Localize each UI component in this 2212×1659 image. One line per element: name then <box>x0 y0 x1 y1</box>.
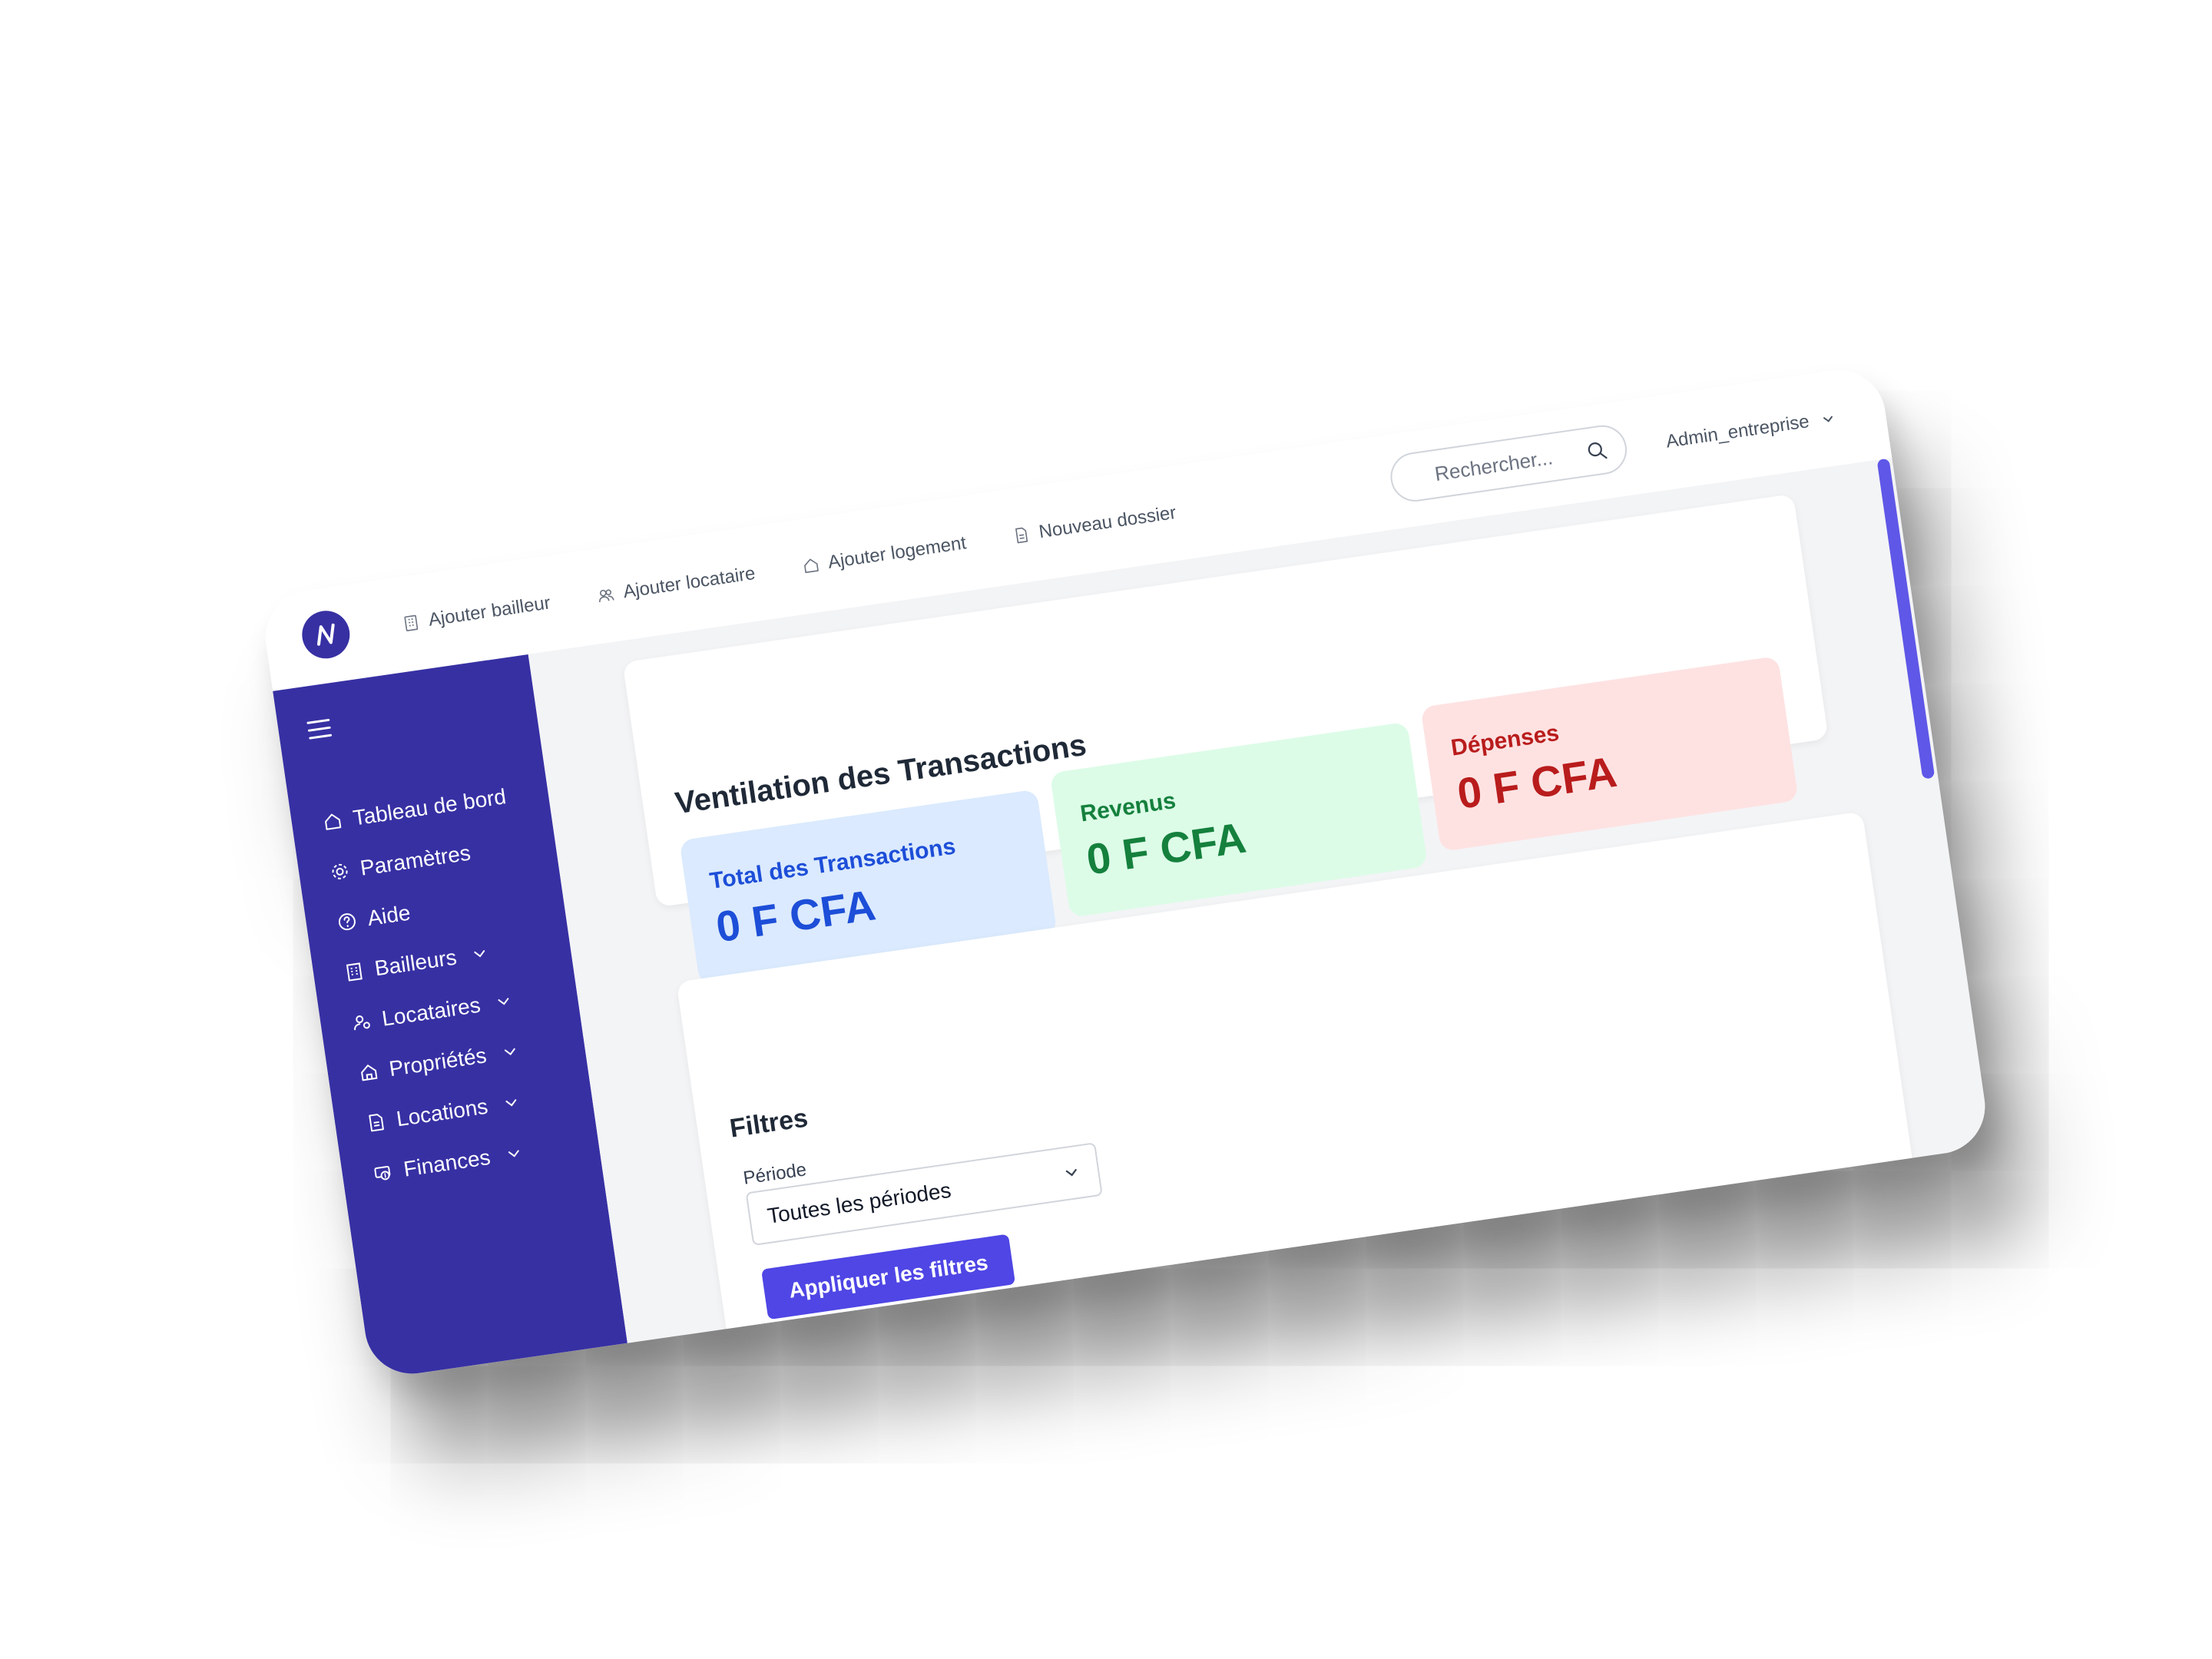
gear-icon <box>329 860 351 882</box>
sidebar-item-label: Locataires <box>380 992 482 1031</box>
user-icon <box>350 1011 373 1033</box>
period-select-value: Toutes les périodes <box>765 1177 953 1228</box>
scrollbar[interactable] <box>1876 458 1936 780</box>
sidebar-item-label: Finances <box>402 1144 492 1181</box>
sidebar-item-label: Locations <box>395 1094 490 1131</box>
search-box <box>1387 422 1631 505</box>
app-window: Ajouter bailleur Ajouter locataire Ajout… <box>259 363 1992 1380</box>
money-icon <box>372 1161 394 1184</box>
user-name: Admin_entreprise <box>1664 411 1811 452</box>
logo-icon <box>317 623 335 646</box>
filters-title: Filtres <box>727 1103 810 1144</box>
apply-filters-button[interactable]: Appliquer les filtres <box>761 1233 1016 1320</box>
sidebar-item-label: Tableau de bord <box>351 784 508 830</box>
sidebar-item-label: Propriétés <box>387 1043 488 1081</box>
home-icon <box>357 1061 379 1083</box>
chevron-down-icon <box>1065 1169 1077 1177</box>
new-file-label: Nouveau dossier <box>1037 502 1177 543</box>
menu-toggle-icon[interactable] <box>306 718 333 740</box>
app-logo[interactable] <box>299 608 353 662</box>
chevron-down-icon <box>504 1048 515 1056</box>
add-landlord-label: Ajouter bailleur <box>427 592 552 631</box>
building-icon <box>402 614 421 633</box>
file-icon <box>1012 525 1031 545</box>
sidebar-nav: Tableau de bord Paramètres Aide Bailleur… <box>320 771 561 1199</box>
chevron-down-icon <box>474 950 485 958</box>
add-tenant-label: Ajouter locataire <box>621 562 757 603</box>
screenshot-stage: Ajouter bailleur Ajouter locataire Ajout… <box>0 0 2212 1659</box>
file-icon <box>365 1111 387 1134</box>
search-input[interactable] <box>1431 440 1583 487</box>
expenses-stat: Dépenses 0 F CFA <box>1420 655 1799 853</box>
sidebar-item-label: Aide <box>366 900 412 931</box>
home-icon <box>801 556 820 575</box>
add-housing-label: Ajouter logement <box>826 532 968 573</box>
add-tenant-button[interactable]: Ajouter locataire <box>596 563 757 607</box>
search-icon[interactable] <box>1584 438 1610 464</box>
period-select[interactable]: Toutes les périodes <box>745 1142 1103 1247</box>
chevron-down-icon <box>1823 416 1833 422</box>
add-landlord-button[interactable]: Ajouter bailleur <box>401 592 551 634</box>
building-icon <box>343 961 366 983</box>
chevron-down-icon <box>508 1150 519 1157</box>
add-housing-button[interactable]: Ajouter logement <box>801 532 968 577</box>
sidebar-item-label: Bailleurs <box>373 945 459 981</box>
new-file-button[interactable]: Nouveau dossier <box>1012 502 1177 547</box>
sidebar-item-label: Paramètres <box>358 840 472 880</box>
help-circle-icon <box>336 910 358 932</box>
home-icon <box>321 810 343 833</box>
chevron-down-icon <box>505 1099 517 1107</box>
users-icon <box>596 585 615 604</box>
chevron-down-icon <box>498 998 509 1005</box>
